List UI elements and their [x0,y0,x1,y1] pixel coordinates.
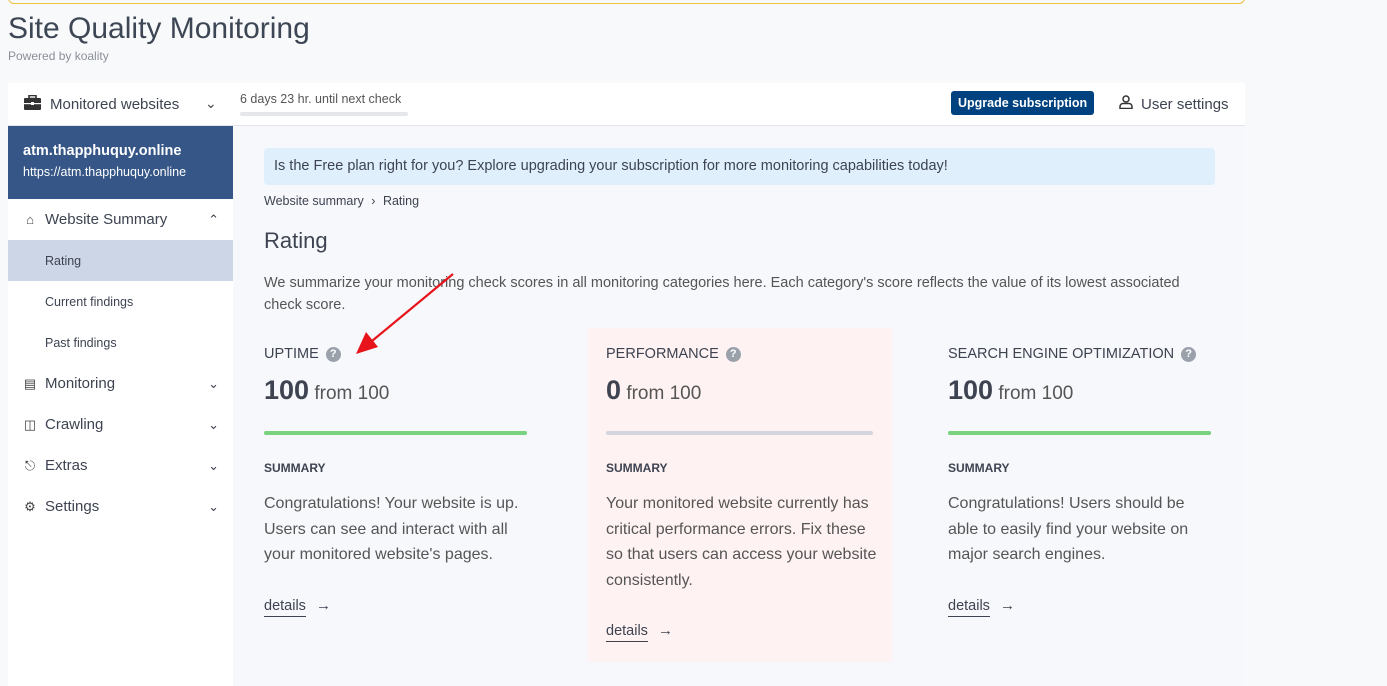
red-annotation-arrow [356,273,454,354]
